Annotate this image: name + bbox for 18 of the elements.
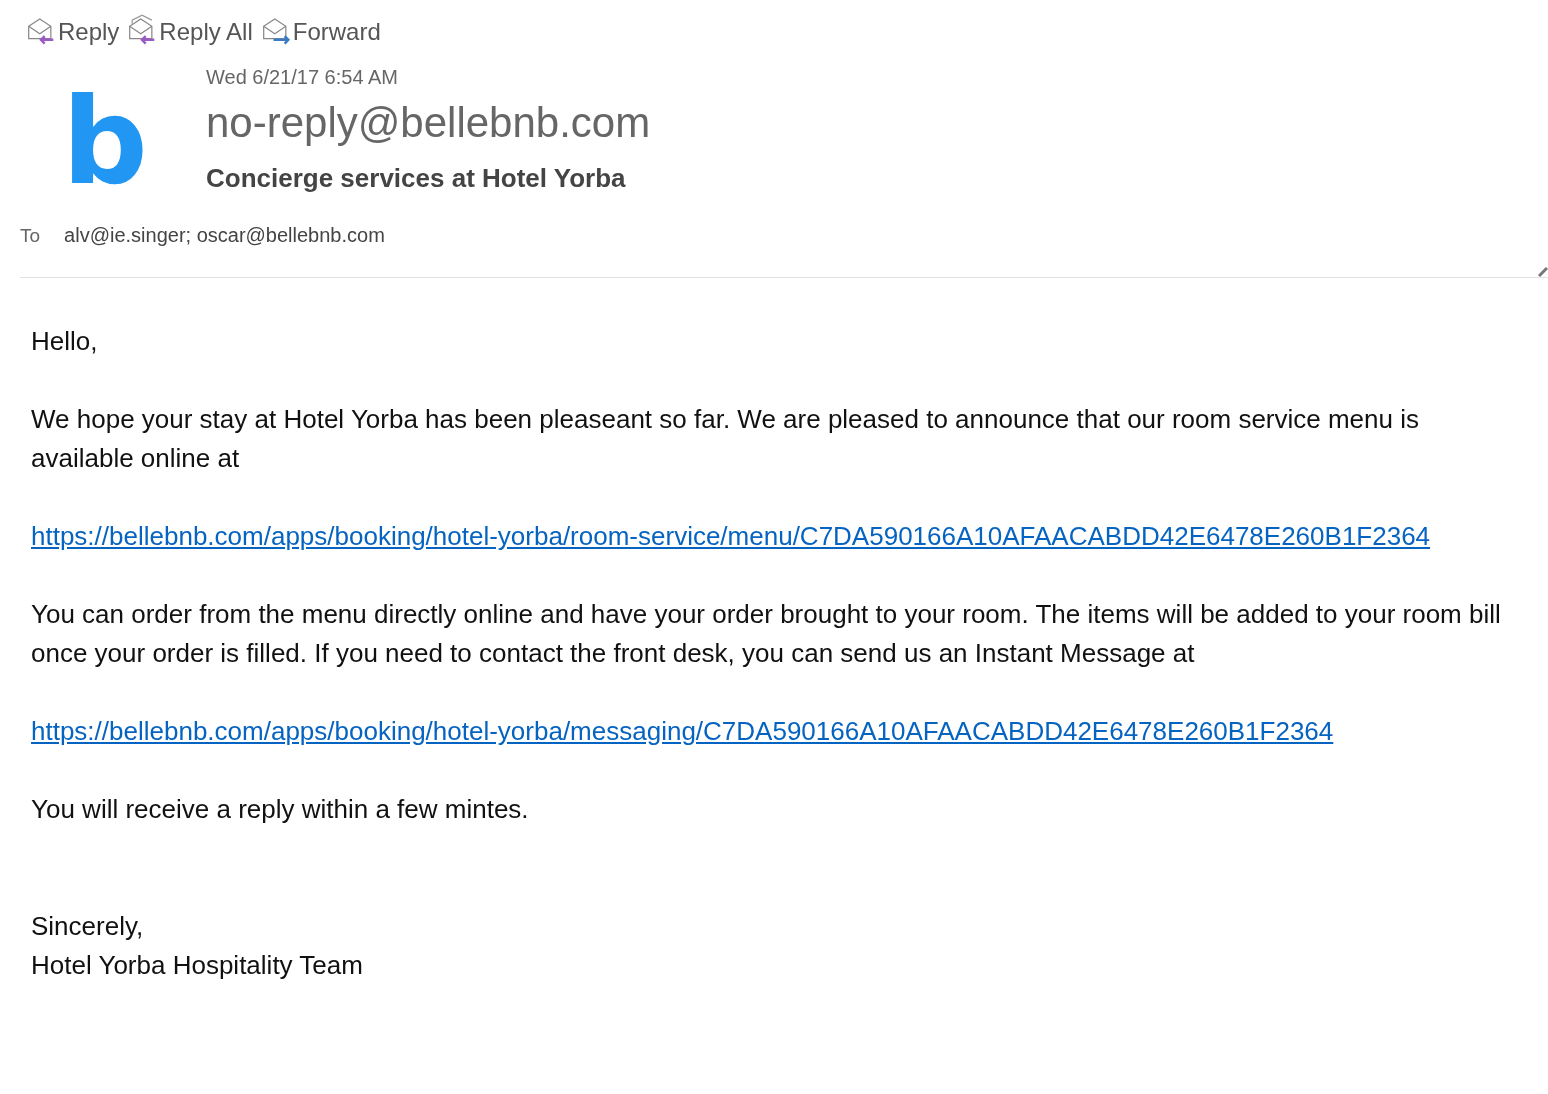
pencil-icon[interactable] xyxy=(1538,267,1548,277)
paragraph: Hello, xyxy=(31,325,99,358)
paragraph: Sincerely, xyxy=(31,910,145,943)
to-label: To xyxy=(20,225,41,247)
message-subject: Concierge services at Hotel Yorba xyxy=(206,163,627,194)
toolbar-button[interactable]: Reply xyxy=(24,14,120,46)
toolbar-button[interactable]: Reply All xyxy=(125,14,253,46)
link[interactable]: https://bellebnb.com/apps/booking/hotel-yorba/messaging/C7DA590166A10AFAACABDD42E6478E260B1F2364 xyxy=(31,716,1334,746)
paragraph: We hope your stay at Hotel Yorba has been pleaseant so far. We are pleased to announce that our room service menu is available online at xyxy=(31,403,1420,475)
message-date: Wed 6/21/17 6:54 AM xyxy=(206,66,399,89)
sender-address: no-reply@bellebnb.com xyxy=(206,99,651,147)
paragraph: You can order from the menu directly online and have your order brought to your room. The items will be added to your room bill once your order is filled. If you need to contact the front desk, you can send us an Instant Message at xyxy=(31,598,1502,670)
sender-logo: b xyxy=(62,82,149,202)
toolbar-button[interactable]: Forward xyxy=(258,14,381,46)
paragraph: Hotel Yorba Hospitality Team xyxy=(31,949,364,982)
paragraph: You will receive a reply within a few mintes. xyxy=(31,793,530,826)
recipients: alv@ie.singer; oscar@bellebnb.com xyxy=(64,224,385,247)
link[interactable]: https://bellebnb.com/apps/booking/hotel-yorba/room-service/menu/C7DA590166A10AFAACABDD42E6478E260B1F2364 xyxy=(31,521,1431,551)
